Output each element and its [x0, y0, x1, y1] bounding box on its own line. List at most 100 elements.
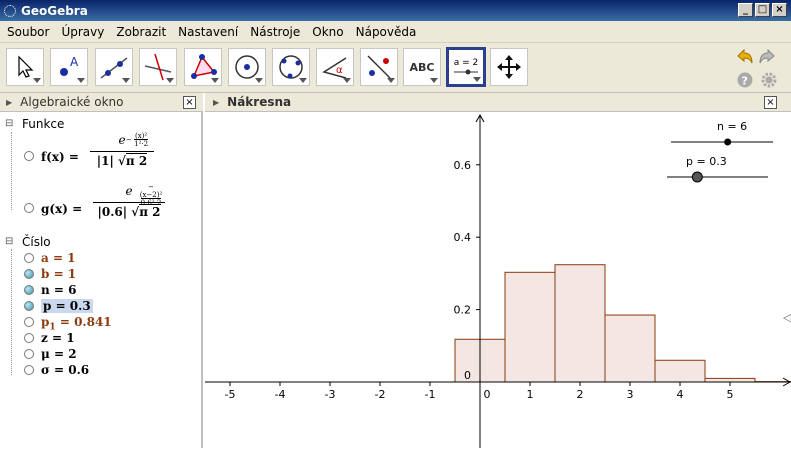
close-algebra-button[interactable]: ×	[183, 96, 196, 109]
number-text: μ = 2	[41, 347, 77, 361]
y-tick-label: 0.6	[454, 159, 472, 172]
maximize-button[interactable]: □	[755, 3, 770, 17]
text-tool-label: ABC	[410, 61, 435, 74]
x-tick-label: 2	[577, 388, 584, 401]
cursor-arrow-icon	[14, 55, 36, 79]
g-denominator: |0.6|	[98, 205, 128, 219]
number-text: z = 1	[41, 331, 75, 345]
redo-button[interactable]	[758, 47, 778, 67]
number-visibility-toggle[interactable]	[24, 253, 34, 263]
number-visibility-toggle[interactable]	[24, 285, 34, 295]
f-exponent: − (x)²1²·2	[126, 132, 148, 148]
number-visibility-toggle[interactable]	[24, 365, 34, 375]
number-visibility-toggle[interactable]	[24, 269, 34, 279]
g-exp-sign: −	[148, 183, 154, 191]
y-tick-label: 0.2	[454, 304, 472, 317]
f-sqrt: π 2	[126, 153, 147, 168]
funkce-label: Funkce	[22, 117, 64, 131]
algebra-panel-header: ▶ Algebraické okno ×	[0, 93, 203, 112]
f-fraction: e− (x)²1²·2 |1| √π 2	[90, 133, 154, 168]
move-tool[interactable]	[6, 48, 44, 86]
x-tick-label: 1	[527, 388, 534, 401]
x-tick-label: -1	[425, 388, 436, 401]
slider-icon	[452, 68, 480, 76]
panel-collapse-icon[interactable]: ▶	[6, 98, 12, 107]
number-visibility-toggle[interactable]	[24, 317, 34, 327]
undo-button[interactable]	[734, 47, 754, 67]
circle-three-points-tool[interactable]	[272, 48, 310, 86]
number-suffix: = 0.841	[56, 315, 112, 329]
settings-button[interactable]	[759, 70, 779, 90]
reflect-tool[interactable]	[360, 48, 398, 86]
number-item[interactable]: p1 = 0.841	[41, 315, 112, 332]
svg-text:α: α	[336, 65, 343, 76]
x-tick-label: 3	[627, 388, 634, 401]
histogram-bar	[705, 378, 755, 382]
geogebra-logo-icon	[4, 5, 16, 17]
f-definition[interactable]: f(x) =	[41, 150, 79, 164]
graphics-collapse-icon[interactable]: ▶	[213, 98, 219, 107]
x-tick-label: 4	[677, 388, 684, 401]
y-tick-label: 0.4	[454, 231, 472, 244]
help-button[interactable]: ?	[735, 70, 755, 90]
title-bar: GeoGebra _ □ ×	[0, 0, 791, 21]
number-item[interactable]: p = 0.3	[41, 299, 93, 313]
histogram-bar	[605, 315, 655, 382]
menu-okno[interactable]: Okno	[305, 25, 348, 39]
number-item[interactable]: b = 1	[41, 267, 76, 281]
cislo-label: Číslo	[22, 235, 51, 249]
histogram-bar	[555, 265, 605, 382]
f-exp-sign: −	[126, 136, 132, 144]
x-tick-label: -4	[275, 388, 286, 401]
number-visibility-toggle[interactable]	[24, 349, 34, 359]
svg-text:A: A	[70, 55, 79, 69]
g-definition[interactable]: g(x) =	[41, 202, 82, 216]
redo-icon	[758, 48, 778, 66]
number-item[interactable]: μ = 2	[41, 347, 77, 361]
slider-n-label: n = 6	[717, 120, 747, 133]
slider-n-knob	[724, 139, 731, 146]
line-tool[interactable]	[95, 48, 133, 86]
slider-p-label: p = 0.3	[686, 155, 727, 168]
menu-zobrazit[interactable]: Zobrazit	[109, 25, 171, 39]
g-fraction: e− (x−2)²0.6²·2 |0.6| √π 2	[93, 184, 165, 219]
g-visibility-toggle[interactable]	[24, 203, 34, 213]
number-item[interactable]: z = 1	[41, 331, 75, 345]
number-visibility-toggle[interactable]	[24, 301, 34, 311]
move-graphics-tool[interactable]	[490, 48, 528, 86]
algebra-panel-title: Algebraické okno	[20, 95, 123, 109]
text-tool[interactable]: ABC	[403, 48, 441, 86]
point-tool[interactable]: A	[50, 48, 88, 86]
close-window-button[interactable]: ×	[772, 3, 787, 17]
side-panel-arrow-icon[interactable]: ◁	[783, 311, 791, 324]
histogram-bar	[505, 272, 555, 382]
angle-tool[interactable]: α	[316, 48, 354, 86]
circle-center-tool[interactable]	[228, 48, 266, 86]
g-exponent: − (x−2)²0.6²·2	[137, 183, 165, 207]
number-text: σ = 0.6	[41, 363, 89, 377]
menu-nastroje[interactable]: Nástroje	[243, 25, 305, 39]
algebra-view: ⊟ Funkce f(x) = e− (x)²1²·2 |1| √π 2 g(x…	[0, 112, 203, 448]
number-item[interactable]: σ = 0.6	[41, 363, 89, 377]
perpendicular-line-tool[interactable]	[139, 48, 177, 86]
menu-napoveda[interactable]: Nápověda	[349, 25, 422, 39]
menu-soubor[interactable]: Soubor	[0, 25, 54, 39]
minimize-button[interactable]: _	[738, 3, 753, 17]
slider-tool[interactable]: a = 2	[446, 47, 486, 87]
number-item[interactable]: n = 6	[41, 283, 76, 297]
number-item[interactable]: a = 1	[41, 251, 76, 265]
undo-icon	[734, 48, 754, 66]
f-visibility-toggle[interactable]	[24, 151, 34, 161]
g-label: g(x) =	[41, 202, 82, 216]
menu-nastaveni[interactable]: Nastavení	[171, 25, 243, 39]
x-tick-label: -5	[225, 388, 236, 401]
funkce-collapse-icon[interactable]: ⊟	[5, 118, 13, 129]
menu-upravy[interactable]: Úpravy	[54, 25, 109, 39]
close-graphics-button[interactable]: ×	[764, 96, 777, 109]
number-text: b = 1	[41, 267, 76, 281]
polygon-tool[interactable]	[184, 48, 222, 86]
cislo-collapse-icon[interactable]: ⊟	[5, 236, 13, 247]
graphics-view[interactable]: -5-4-3-2-10123450.20.40.60 n = 6 p = 0.3…	[205, 112, 791, 448]
x-tick-label: 0	[484, 388, 491, 401]
number-visibility-toggle[interactable]	[24, 333, 34, 343]
